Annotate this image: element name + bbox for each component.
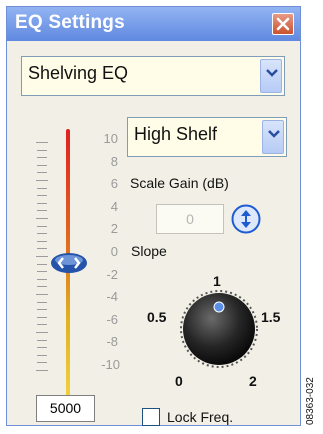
scale-gain-value: 0 — [186, 211, 194, 227]
slope-knob[interactable] — [147, 269, 287, 399]
knob-indicator-dot — [213, 301, 225, 313]
slider-tick — [36, 180, 48, 181]
slider-tick — [37, 324, 47, 326]
slider-tick — [37, 278, 47, 280]
eq-type-value: Shelving EQ — [28, 63, 129, 83]
window-title: EQ Settings — [15, 12, 125, 33]
slider-tick — [37, 187, 47, 189]
filter-type-value: High Shelf — [134, 124, 218, 144]
gain-scale-label: 0 — [110, 244, 118, 259]
slider-tick — [37, 240, 47, 242]
scale-gain-input[interactable]: 0 — [156, 204, 224, 234]
frequency-value: 5000 — [49, 400, 82, 416]
figure-code-text: 08363-032 — [305, 377, 316, 425]
slider-tick — [37, 149, 47, 151]
gain-scale-label: -2 — [106, 266, 118, 282]
slider-tick — [37, 309, 47, 311]
slope-knob-area: 1 0.5 1.5 0 2 — [147, 269, 287, 399]
slider-tick — [37, 354, 47, 356]
slider-tick — [37, 233, 47, 235]
close-button[interactable] — [272, 13, 294, 35]
slider-tick — [37, 172, 47, 174]
gain-slider-thumb[interactable] — [50, 251, 88, 275]
frequency-input[interactable]: 5000 — [36, 395, 95, 422]
slider-tick — [36, 256, 48, 257]
slider-tick — [37, 286, 47, 288]
gain-scale-label: 2 — [110, 221, 118, 237]
slider-tick — [37, 225, 47, 227]
slider-tick — [37, 271, 47, 273]
slider-tick — [37, 362, 47, 364]
slider-tick — [37, 164, 47, 166]
chevron-down-icon — [266, 69, 278, 77]
lock-freq-label: Lock Freq. — [167, 409, 234, 425]
slider-tick — [36, 332, 48, 333]
slider-tick — [36, 142, 48, 143]
slope-label: Slope — [131, 243, 167, 259]
gain-scale-label: -6 — [106, 311, 118, 327]
gain-scale-label: -10 — [101, 357, 120, 372]
gain-scale-label: -8 — [106, 334, 118, 350]
slider-ticks — [36, 142, 48, 372]
eq-type-select[interactable]: Shelving EQ — [21, 56, 285, 96]
chevron-down-icon — [268, 130, 280, 138]
slider-tick — [37, 157, 47, 159]
gain-scale-label: 10 — [103, 131, 118, 146]
gain-scale-label: 4 — [110, 198, 118, 214]
slider-tick — [36, 370, 48, 371]
close-icon — [276, 17, 290, 31]
slider-tick — [37, 301, 47, 303]
slider-tick — [36, 294, 48, 295]
scale-gain-spinner[interactable] — [231, 204, 261, 234]
figure-code: 08363-032 — [303, 325, 321, 425]
title-bar[interactable]: EQ Settings — [7, 7, 300, 41]
lock-freq-checkbox[interactable] — [142, 408, 160, 426]
scale-gain-label: Scale Gain (dB) — [130, 175, 229, 191]
slider-tick — [37, 195, 47, 197]
slider-tick — [37, 316, 47, 318]
slider-tick — [37, 339, 47, 341]
eq-type-dropdown-button[interactable] — [260, 59, 282, 93]
slider-tick — [37, 202, 47, 204]
gain-scale-label: 8 — [110, 153, 118, 169]
gain-scale-label: -4 — [106, 289, 118, 305]
slider-tick — [37, 347, 47, 349]
slider-tick — [37, 210, 47, 212]
filter-type-dropdown-button[interactable] — [262, 120, 284, 154]
filter-type-select[interactable]: High Shelf — [127, 117, 287, 157]
gain-scale-label: 6 — [110, 176, 118, 192]
slider-tick — [37, 263, 47, 265]
slider-tick — [36, 218, 48, 219]
eq-settings-window: EQ Settings Shelving EQ 10 8 6 4 2 0 -2 -4 -6 -8 -… — [6, 6, 301, 426]
slider-tick — [37, 248, 47, 250]
